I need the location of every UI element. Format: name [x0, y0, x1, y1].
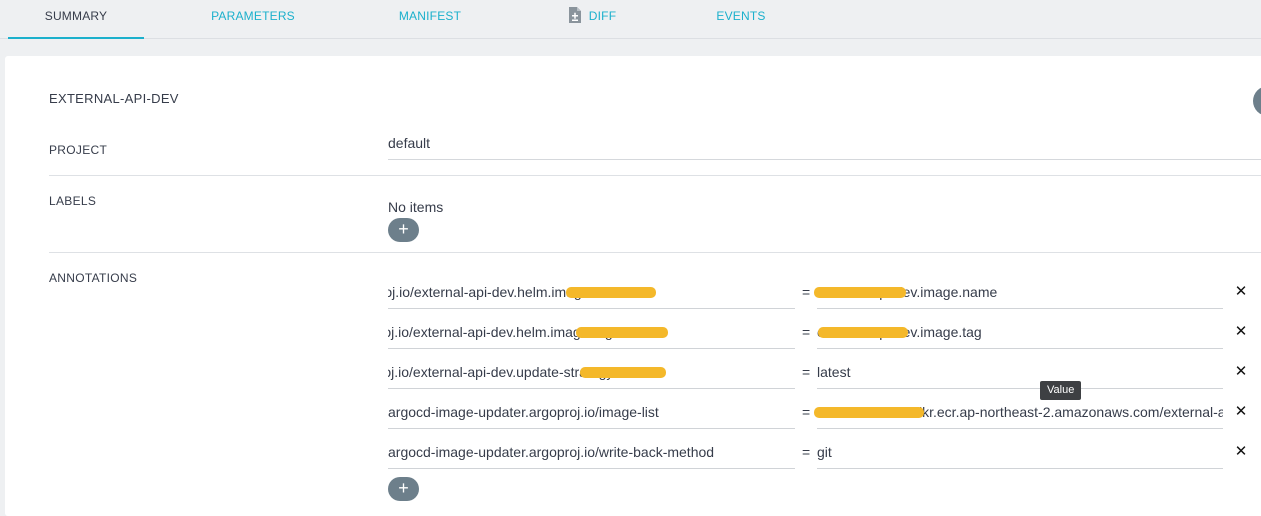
annotation-value-input[interactable]: latest [817, 355, 1223, 389]
annotation-equals: = [802, 404, 811, 420]
annotation-value-text: git [817, 444, 832, 460]
app-title: EXTERNAL-API-DEV [49, 91, 179, 106]
redaction-mark [576, 327, 668, 338]
labels-empty-text: No items [388, 199, 444, 215]
summary-panel: EXTERNAL-API-DEV PROJECT default LABELS … [5, 56, 1261, 516]
annotation-key-text: argocd-image-updater.argoproj.io/image-l… [388, 404, 659, 420]
annotation-equals: = [802, 364, 811, 380]
tab-events[interactable]: EVENTS [705, 0, 777, 39]
annotation-key-text: argocd-image-updater.argoproj.io/write-b… [388, 444, 715, 460]
tab-bar: SUMMARY PARAMETERS MANIFEST DIFF EVENTS [0, 0, 1261, 39]
file-diff-icon [568, 3, 582, 35]
annotation-key-input[interactable]: argocd-image-updater.argoproj.io/image-l… [388, 395, 795, 429]
add-label-button[interactable]: + [388, 218, 419, 242]
annotation-row: argocd-image-updater.argoproj.io/write-b… [388, 435, 1248, 475]
annotation-row: argocd-image-updater.argoproj.io/externa… [388, 315, 1248, 355]
edit-button[interactable] [1253, 86, 1261, 116]
annotation-equals: = [802, 284, 811, 300]
divider [49, 175, 1261, 176]
project-value[interactable]: default [388, 135, 430, 151]
redaction-mark [814, 287, 906, 298]
annotation-equals: = [802, 444, 811, 460]
delete-annotation-button[interactable]: ✕ [1233, 395, 1249, 429]
labels-label: LABELS [49, 194, 97, 208]
add-annotation-button[interactable]: + [388, 477, 419, 501]
annotation-value-input[interactable]: git [817, 435, 1223, 469]
redaction-mark [814, 407, 924, 418]
tab-diff-label: DIFF [588, 9, 617, 23]
delete-annotation-button[interactable]: ✕ [1233, 355, 1249, 389]
project-label: PROJECT [49, 143, 108, 157]
annotations-label: ANNOTATIONS [49, 271, 138, 285]
tab-summary[interactable]: SUMMARY [8, 0, 144, 39]
delete-annotation-button[interactable]: ✕ [1233, 435, 1249, 469]
redaction-mark [566, 287, 656, 298]
annotation-key-input[interactable]: argocd-image-updater.argoproj.io/write-b… [388, 435, 795, 469]
annotation-value-text: latest [817, 364, 851, 380]
annotation-row: argocd-image-updater.argoproj.io/externa… [388, 275, 1248, 315]
redaction-mark [818, 327, 908, 338]
divider [49, 252, 1261, 253]
tab-diff[interactable]: DIFF [556, 0, 628, 39]
tab-manifest[interactable]: MANIFEST [385, 0, 475, 39]
delete-annotation-button[interactable]: ✕ [1233, 315, 1249, 349]
project-underline [388, 159, 1261, 160]
value-tooltip: Value [1040, 381, 1082, 400]
tab-parameters[interactable]: PARAMETERS [198, 0, 308, 39]
delete-annotation-button[interactable]: ✕ [1233, 275, 1249, 309]
annotation-equals: = [802, 324, 811, 340]
annotation-row: argocd-image-updater.argoproj.io/image-l… [388, 395, 1248, 435]
annotation-row: argocd-image-updater.argoproj.io/externa… [388, 355, 1248, 395]
redaction-mark [580, 367, 666, 378]
